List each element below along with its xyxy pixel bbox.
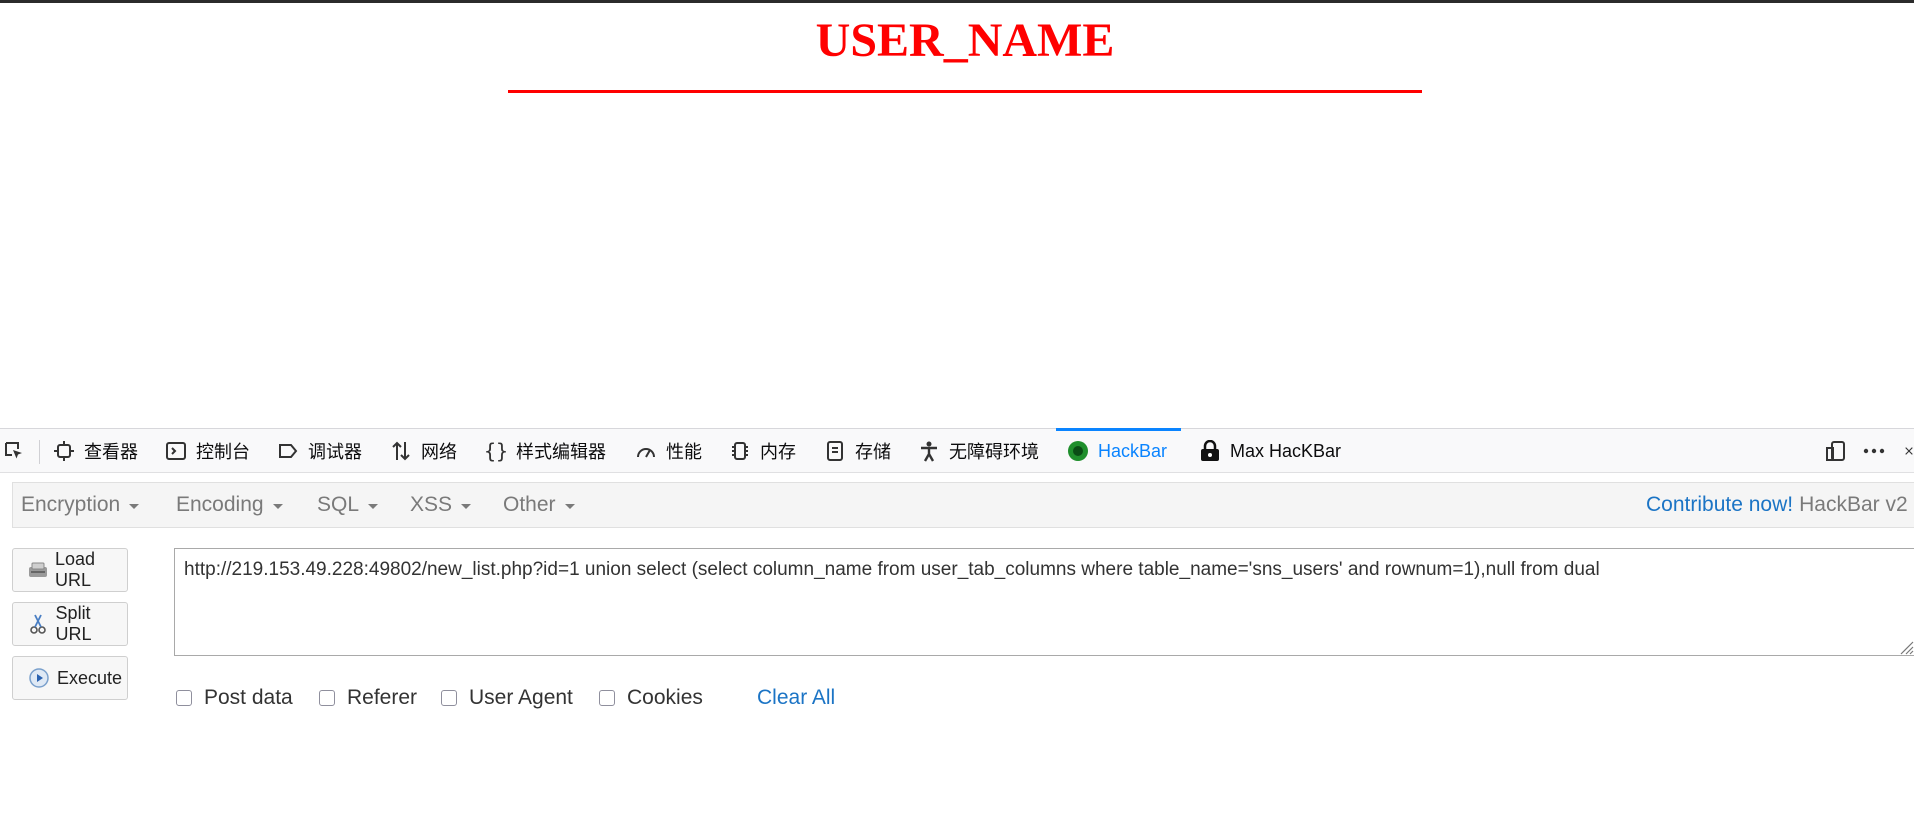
user-agent-label: User Agent (469, 686, 573, 709)
tab-label: 调试器 (308, 442, 362, 462)
tab-label: 存储 (855, 442, 891, 462)
tab-label: 内存 (760, 442, 796, 462)
tab-network[interactable]: 网络 (389, 429, 457, 473)
more-options-button[interactable] (1862, 429, 1894, 473)
scissors-icon (27, 612, 50, 636)
menu-label: Encryption (21, 493, 121, 516)
element-picker-button[interactable] (2, 429, 34, 473)
referer-label: Referer (347, 686, 418, 709)
load-url-button[interactable]: Load URL (12, 548, 128, 592)
toolbar-separator (39, 440, 40, 464)
tab-console[interactable]: 控制台 (164, 429, 250, 473)
window-top-border (0, 0, 1914, 3)
tab-performance[interactable]: 性能 (634, 429, 702, 473)
tab-label: 样式编辑器 (516, 442, 606, 462)
menu-sql[interactable]: SQL (317, 483, 379, 527)
max-hackbar-icon (1198, 439, 1222, 463)
element-picker-icon (2, 439, 26, 463)
close-devtools-button[interactable] (1904, 429, 1914, 473)
menu-label: SQL (317, 493, 360, 516)
menu-encryption[interactable]: Encryption (21, 483, 140, 527)
load-url-label: Load URL (55, 549, 96, 590)
tab-label: 查看器 (84, 442, 138, 462)
caret-down-icon (564, 504, 575, 509)
post-data-checkbox[interactable] (176, 690, 192, 706)
accessibility-icon (917, 439, 941, 463)
resize-grip-icon[interactable] (1896, 637, 1914, 655)
post-data-option[interactable]: Post data (176, 684, 293, 712)
style-editor-icon: {} (483, 439, 509, 463)
devtools-panel: 查看器 控制台 调试器 网络 {} 样式编辑器 性能 内存 存储 无障碍环境 H… (0, 428, 1914, 832)
referer-option[interactable]: Referer (319, 684, 417, 712)
cookies-checkbox[interactable] (599, 690, 615, 706)
tab-memory[interactable]: 内存 (728, 429, 796, 473)
ellipsis-icon (1862, 439, 1886, 463)
tab-label: Max HacKBar (1230, 440, 1342, 461)
tab-debugger[interactable]: 调试器 (276, 429, 362, 473)
hackbar-menubar: Encryption Encoding SQL XSS Other Contri… (12, 482, 1914, 528)
contribute-link[interactable]: Contribute now! (1646, 493, 1793, 517)
tab-label: 控制台 (196, 442, 250, 462)
caret-down-icon (368, 504, 379, 509)
menu-label: XSS (410, 493, 453, 516)
menu-label: Other (503, 493, 556, 516)
performance-icon (634, 439, 658, 463)
cookies-option[interactable]: Cookies (599, 684, 703, 712)
tab-label: 网络 (421, 442, 457, 462)
referer-checkbox[interactable] (319, 690, 335, 706)
menu-xss[interactable]: XSS (410, 483, 472, 527)
console-icon (164, 439, 188, 463)
post-data-label: Post data (204, 686, 293, 709)
caret-down-icon (461, 504, 472, 509)
url-value: http://219.153.49.228:49802/new_list.php… (184, 559, 1600, 580)
url-textarea[interactable]: http://219.153.49.228:49802/new_list.php… (174, 548, 1914, 656)
tab-label: 性能 (666, 442, 702, 462)
play-icon (27, 666, 51, 690)
responsive-design-icon (1824, 439, 1848, 463)
execute-button[interactable]: Execute (12, 656, 128, 700)
network-icon (389, 439, 413, 463)
split-url-button[interactable]: Split URL (12, 602, 128, 646)
devtools-tabbar: 查看器 控制台 调试器 网络 {} 样式编辑器 性能 内存 存储 无障碍环境 H… (0, 428, 1914, 473)
responsive-design-button[interactable] (1824, 429, 1856, 473)
inspector-icon (52, 439, 76, 463)
cookies-label: Cookies (627, 686, 703, 709)
tab-accessibility[interactable]: 无障碍环境 (917, 429, 1039, 473)
hackbar-icon (1066, 439, 1090, 463)
caret-down-icon (129, 504, 140, 509)
execute-label: Execute (57, 667, 123, 688)
clear-all-link[interactable]: Clear All (757, 684, 835, 712)
close-icon (1904, 439, 1914, 463)
load-url-icon (27, 558, 49, 582)
version-label: HackBar v2 (1799, 493, 1908, 516)
tab-inspector[interactable]: 查看器 (52, 429, 138, 473)
tab-style-editor[interactable]: {} 样式编辑器 (484, 429, 606, 473)
tab-label: 无障碍环境 (949, 442, 1039, 462)
contribute-area: Contribute now! HackBar v2 (1646, 483, 1908, 527)
split-url-label: Split URL (55, 603, 92, 644)
user-agent-checkbox[interactable] (441, 690, 457, 706)
menu-encoding[interactable]: Encoding (176, 483, 283, 527)
tab-max-hackbar[interactable]: Max HacKBar (1198, 429, 1341, 473)
tab-hackbar[interactable]: HackBar (1055, 428, 1182, 473)
tab-label: HackBar (1098, 440, 1168, 461)
menu-other[interactable]: Other (503, 483, 575, 527)
menu-label: Encoding (176, 493, 264, 516)
user-agent-option[interactable]: User Agent (441, 684, 573, 712)
tab-storage[interactable]: 存储 (823, 429, 891, 473)
storage-icon (823, 439, 847, 463)
memory-icon (728, 439, 752, 463)
page-title: USER_NAME (815, 14, 1115, 67)
debugger-icon (276, 439, 300, 463)
title-underline (508, 90, 1422, 93)
caret-down-icon (272, 504, 283, 509)
